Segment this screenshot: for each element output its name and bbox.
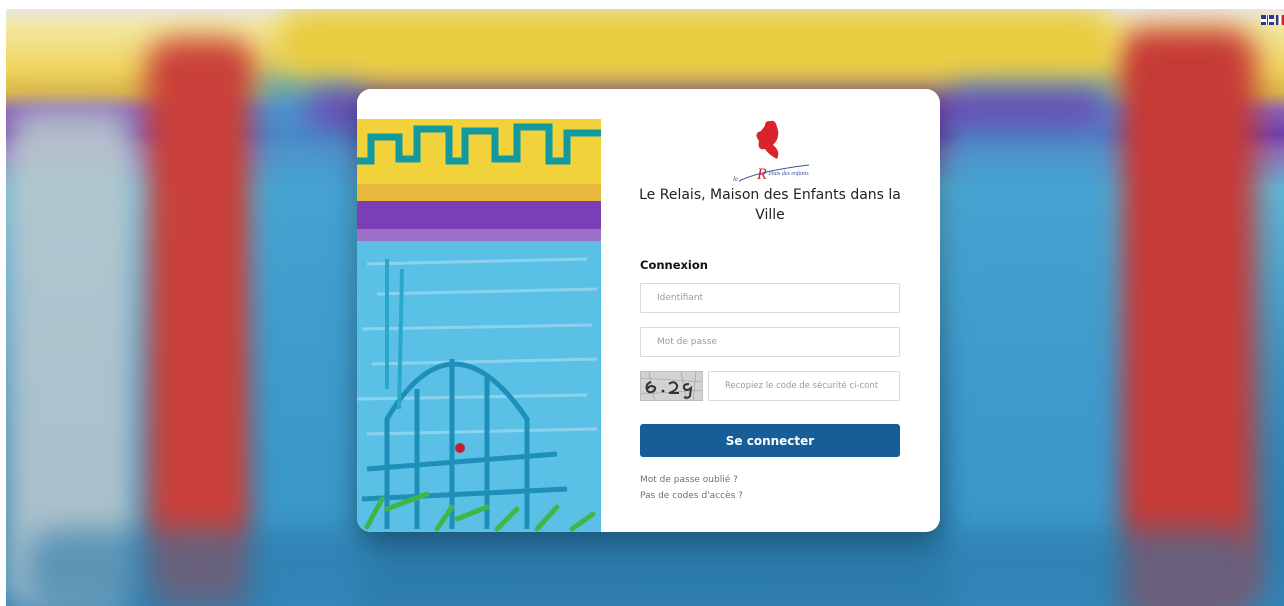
organization-name: Le Relais, Maison des Enfants dans la Vi…: [639, 187, 901, 223]
password-input[interactable]: [640, 327, 900, 357]
login-card: R le elais des enfants Le Relais, Maison…: [357, 89, 940, 532]
no-access-code-link[interactable]: Pas de codes d'accès ?: [640, 491, 743, 501]
login-title: Connexion: [640, 258, 708, 272]
svg-text:le: le: [733, 175, 738, 183]
svg-text:elais des enfants: elais des enfants: [769, 170, 809, 177]
login-panel: R le elais des enfants Le Relais, Maison…: [601, 89, 940, 532]
uk-flag-icon[interactable]: [1261, 15, 1274, 25]
captcha-input[interactable]: [708, 371, 900, 401]
fr-flag-icon[interactable]: [1276, 15, 1284, 25]
language-selector: [1261, 15, 1284, 25]
card-illustration: [357, 89, 601, 532]
organization-logo: R le elais des enfants: [733, 120, 809, 183]
username-input[interactable]: [640, 283, 900, 313]
forgot-password-link[interactable]: Mot de passe oublié ?: [640, 475, 738, 485]
login-button[interactable]: Se connecter: [640, 424, 900, 457]
captcha-image: [640, 371, 703, 401]
